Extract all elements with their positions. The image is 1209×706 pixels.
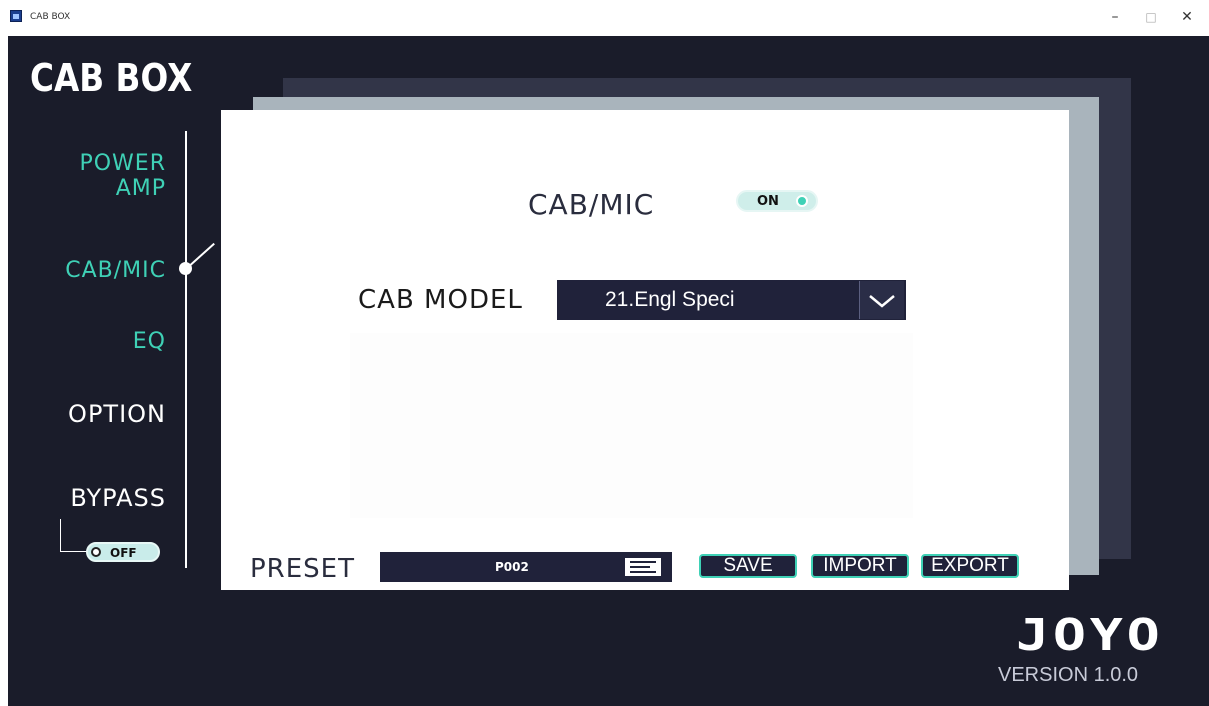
nav-divider-line	[185, 131, 187, 568]
bypass-toggle[interactable]: OFF	[86, 542, 160, 562]
app-window: CAB BOX POWER AMP CAB/MIC EQ OPTION BYPA…	[8, 36, 1209, 706]
bypass-toggle-state: OFF	[110, 546, 137, 560]
toggle-knob	[796, 195, 808, 207]
cab-model-label: CAB MODEL	[358, 285, 523, 315]
window-title: CAB BOX	[30, 12, 71, 22]
maximize-button[interactable]: □	[1138, 6, 1164, 28]
export-button[interactable]: EXPORT	[921, 554, 1019, 578]
app-brand-title: CAB BOX	[30, 56, 193, 100]
list-icon	[630, 561, 656, 563]
cab-mic-label: CAB/MIC	[528, 188, 655, 221]
sidebar-item-option[interactable]: OPTION	[16, 400, 166, 428]
preset-label: PRESET	[250, 554, 355, 584]
preset-value: P002	[495, 560, 529, 574]
sidebar-item-cab-mic[interactable]: CAB/MIC	[16, 258, 166, 283]
minimize-button[interactable]: –	[1102, 6, 1128, 28]
bypass-connector	[60, 519, 61, 551]
save-button[interactable]: SAVE	[699, 554, 797, 578]
bypass-connector	[60, 551, 88, 552]
preset-field[interactable]: P002	[380, 552, 672, 582]
sidebar-item-label: POWER	[79, 151, 166, 176]
sidebar-item-bypass[interactable]: BYPASS	[16, 484, 166, 512]
preset-list-button[interactable]	[623, 556, 663, 578]
toggle-knob	[91, 547, 101, 557]
chevron-down-icon	[869, 295, 895, 308]
version-label: VERSION 1.0.0	[998, 664, 1139, 686]
list-icon	[630, 571, 656, 573]
dropdown-button[interactable]	[859, 281, 904, 319]
window-titlebar: CAB BOX – □ ✕	[0, 0, 1209, 34]
nav-active-node	[179, 262, 192, 275]
joyo-logo: JOYO	[1016, 610, 1164, 661]
sidebar-item-label: AMP	[115, 176, 166, 201]
cab-model-value: 21.Engl Speci	[605, 288, 735, 311]
cabinet-preview-area	[350, 333, 913, 518]
list-icon	[630, 566, 650, 568]
cab-model-select[interactable]: 21.Engl Speci	[557, 280, 906, 320]
main-panel: CAB/MIC ON CAB MODEL 21.Engl Speci PRESE…	[221, 110, 1069, 590]
sidebar-item-eq[interactable]: EQ	[16, 329, 166, 354]
cab-mic-toggle-state: ON	[757, 194, 779, 209]
app-icon	[10, 10, 22, 22]
cab-mic-toggle[interactable]: ON	[736, 190, 818, 212]
import-button[interactable]: IMPORT	[811, 554, 909, 578]
sidebar-item-power-amp[interactable]: POWER AMP	[16, 151, 166, 201]
close-button[interactable]: ✕	[1174, 6, 1200, 28]
